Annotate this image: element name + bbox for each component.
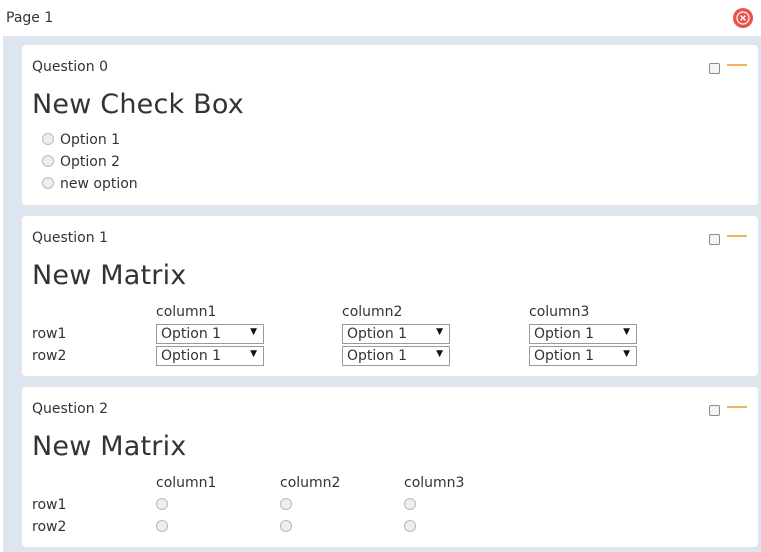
option-label: new option — [60, 176, 138, 192]
question-title[interactable]: New Matrix — [32, 260, 186, 291]
dropdown-value: Option 1 — [347, 348, 408, 364]
collapse-icon[interactable] — [727, 64, 747, 66]
question-label: Question 0 — [32, 59, 108, 75]
dropdown-value: Option 1 — [534, 326, 595, 342]
matrix-radio-button[interactable] — [156, 520, 168, 532]
collapse-icon[interactable] — [727, 235, 747, 237]
caret-down-icon: ▼ — [436, 349, 443, 359]
caret-down-icon: ▼ — [436, 327, 443, 337]
question-select-checkbox[interactable] — [709, 63, 720, 74]
matrix-radio-button[interactable] — [404, 498, 416, 510]
question-select-checkbox[interactable] — [709, 405, 720, 416]
delete-page-button[interactable] — [733, 8, 753, 28]
caret-down-icon: ▼ — [623, 349, 630, 359]
caret-down-icon: ▼ — [250, 327, 257, 337]
matrix-column-header: column1 — [156, 304, 217, 320]
dropdown-value: Option 1 — [534, 348, 595, 364]
matrix-column-header: column3 — [404, 475, 465, 491]
page-title: Page 1 — [6, 10, 54, 26]
question-label: Question 2 — [32, 401, 108, 417]
dropdown-value: Option 1 — [161, 326, 222, 342]
matrix-row-header: row1 — [32, 326, 67, 342]
matrix-radio-button[interactable] — [280, 498, 292, 510]
matrix-dropdown[interactable]: Option 1 ▼ — [342, 324, 450, 344]
matrix-row-header: row1 — [32, 497, 67, 513]
matrix-row-header: row2 — [32, 348, 67, 364]
radio-button[interactable] — [42, 133, 54, 145]
question-title[interactable]: New Check Box — [32, 89, 244, 120]
radio-button[interactable] — [42, 177, 54, 189]
matrix-radio-button[interactable] — [156, 498, 168, 510]
caret-down-icon: ▼ — [623, 327, 630, 337]
matrix-row-header: row2 — [32, 519, 67, 535]
option-label: Option 1 — [60, 132, 121, 148]
matrix-column-header: column2 — [342, 304, 403, 320]
option-label: Option 2 — [60, 154, 121, 170]
matrix-radio-button[interactable] — [280, 520, 292, 532]
collapse-icon[interactable] — [727, 406, 747, 408]
question-label: Question 1 — [32, 230, 108, 246]
dropdown-value: Option 1 — [347, 326, 408, 342]
matrix-column-header: column1 — [156, 475, 217, 491]
matrix-dropdown[interactable]: Option 1 ▼ — [156, 346, 264, 366]
matrix-column-header: column3 — [529, 304, 590, 320]
matrix-dropdown[interactable]: Option 1 ▼ — [529, 346, 637, 366]
matrix-dropdown[interactable]: Option 1 ▼ — [342, 346, 450, 366]
question-card-2[interactable]: Question 2 New Matrix column1 column2 co… — [22, 387, 758, 547]
question-title[interactable]: New Matrix — [32, 431, 186, 462]
question-card-0[interactable]: Question 0 New Check Box Option 1 Option… — [22, 45, 758, 205]
caret-down-icon: ▼ — [250, 349, 257, 359]
question-card-1[interactable]: Question 1 New Matrix column1 column2 co… — [22, 216, 758, 376]
dropdown-value: Option 1 — [161, 348, 222, 364]
page-header: Page 1 — [0, 0, 761, 36]
matrix-dropdown[interactable]: Option 1 ▼ — [529, 324, 637, 344]
matrix-column-header: column2 — [280, 475, 341, 491]
matrix-radio-button[interactable] — [404, 520, 416, 532]
close-icon — [736, 11, 750, 25]
matrix-dropdown[interactable]: Option 1 ▼ — [156, 324, 264, 344]
radio-button[interactable] — [42, 155, 54, 167]
question-select-checkbox[interactable] — [709, 234, 720, 245]
